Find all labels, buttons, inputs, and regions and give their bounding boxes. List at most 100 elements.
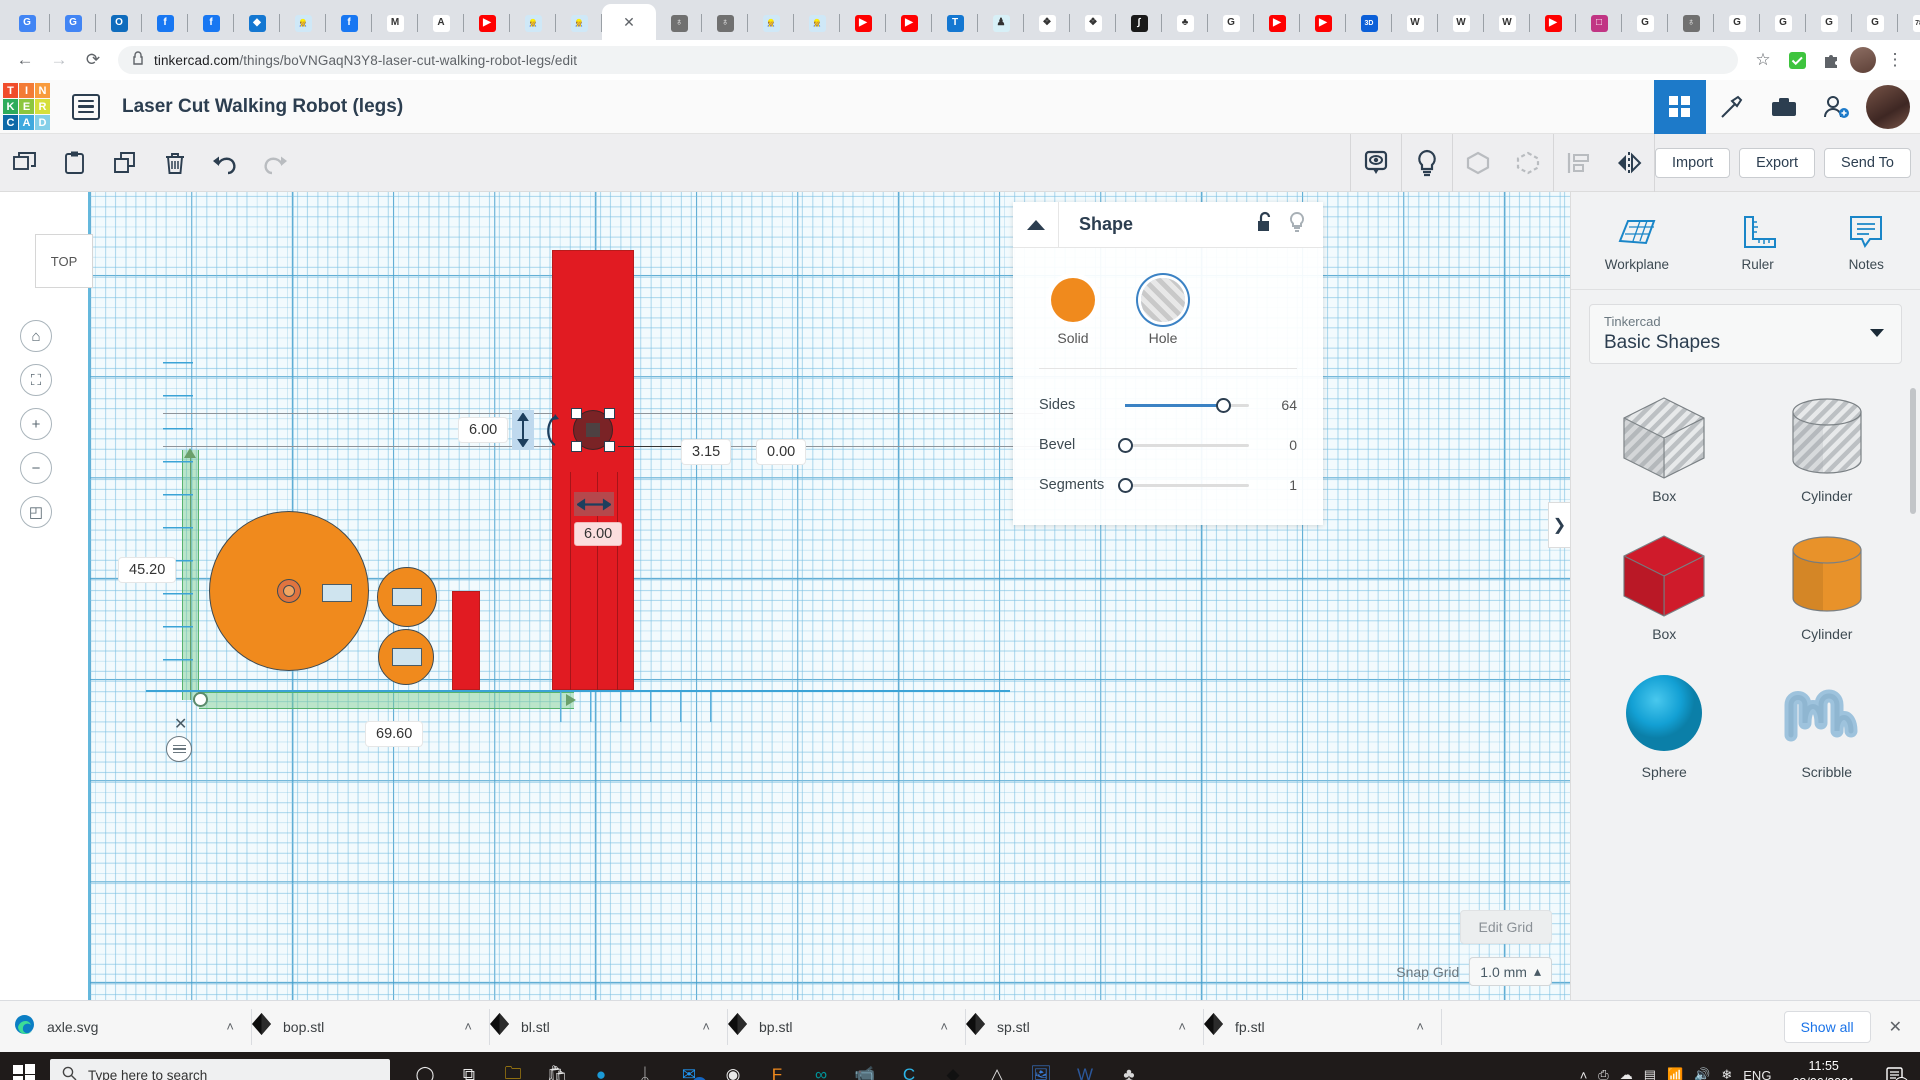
task-view-icon[interactable]: ⧉ [448, 1052, 490, 1080]
browser-tab[interactable]: M [372, 6, 418, 40]
sidebar-tool-notes[interactable]: Notes [1846, 209, 1886, 272]
download-menu-caret-icon[interactable]: ˄ [1178, 1019, 1186, 1034]
tray-device-icon[interactable]: ⎙ [1598, 1067, 1608, 1080]
blocks-view-icon[interactable] [1654, 80, 1706, 134]
shape-library-item[interactable]: Box [1585, 516, 1744, 648]
shape-library-item[interactable]: Cylinder [1748, 378, 1907, 510]
download-item[interactable]: sp.stl˄ [966, 1001, 1204, 1053]
browser-tab[interactable]: 3D [1346, 6, 1392, 40]
property-value-sides[interactable]: 64 [1263, 397, 1297, 413]
browser-tab[interactable]: G [1806, 6, 1852, 40]
browser-tab[interactable]: ▶ [1530, 6, 1576, 40]
download-item[interactable]: bp.stl˄ [728, 1001, 966, 1053]
browser-tab[interactable]: W [1484, 6, 1530, 40]
show-all-downloads-button[interactable]: Show all [1784, 1011, 1871, 1043]
browser-tab[interactable]: 788 [1898, 6, 1920, 40]
browser-tab[interactable]: ▶ [464, 6, 510, 40]
browser-tab[interactable]: ♁ [702, 6, 748, 40]
browser-tab[interactable]: ◆ [234, 6, 280, 40]
taskbar-search-box[interactable]: Type here to search [50, 1059, 390, 1080]
property-slider-segments[interactable] [1125, 484, 1249, 487]
file-explorer-icon[interactable]: 🗀 [492, 1052, 534, 1080]
property-value-segments[interactable]: 1 [1263, 477, 1297, 493]
browser-tab[interactable]: G [4, 6, 50, 40]
browser-tab[interactable]: ▶ [886, 6, 932, 40]
browser-tab[interactable]: W [1438, 6, 1484, 40]
tinkercad-desktop-icon[interactable]: ◆ [932, 1052, 974, 1080]
language-indicator[interactable]: ENG [1743, 1068, 1771, 1080]
group-icon[interactable] [1453, 134, 1503, 191]
browser-tab[interactable]: G [1622, 6, 1668, 40]
address-bar[interactable]: tinkercad.com/things/boVNGaqN3Y8-laser-c… [118, 46, 1738, 74]
property-value-bevel[interactable]: 0 [1263, 437, 1297, 453]
sidebar-tool-ruler[interactable]: Ruler [1737, 209, 1779, 272]
design-canvas[interactable]: TOP ⌂⛶+−◰ ✕ [0, 192, 1570, 1000]
handle-top-right[interactable] [604, 408, 615, 419]
browser-tab[interactable]: 👷 [280, 6, 326, 40]
browser-tab[interactable]: G [50, 6, 96, 40]
chrome-icon[interactable]: ◉ [712, 1052, 754, 1080]
selection-handles[interactable] [0, 192, 1570, 1000]
download-item[interactable]: bop.stl˄ [252, 1001, 490, 1053]
download-menu-caret-icon[interactable]: ˄ [940, 1019, 948, 1034]
browser-tab[interactable]: G [1852, 6, 1898, 40]
browser-tab[interactable]: G [1208, 6, 1254, 40]
browser-tab[interactable]: f [142, 6, 188, 40]
browser-tab[interactable]: 👷 [794, 6, 840, 40]
taskbar-clock[interactable]: 11:55 08/06/2021 [1782, 1058, 1865, 1080]
delete-icon[interactable] [150, 134, 200, 191]
close-downloads-bar-icon[interactable]: ✕ [1889, 1017, 1902, 1037]
slider-knob[interactable] [1118, 438, 1133, 453]
browser-tab[interactable]: ❖ [1070, 6, 1116, 40]
browser-tab[interactable]: ♟ [978, 6, 1024, 40]
slider-knob[interactable] [1216, 398, 1231, 413]
steam-icon[interactable]: ● [580, 1052, 622, 1080]
shape-library-item[interactable]: Sphere [1585, 654, 1744, 786]
add-person-icon[interactable] [1810, 80, 1862, 134]
zoom-icon[interactable]: 📹 [844, 1052, 886, 1080]
download-menu-caret-icon[interactable]: ˄ [226, 1019, 234, 1034]
paste-icon[interactable] [50, 134, 100, 191]
reload-button[interactable]: ⟳ [78, 45, 108, 75]
send-to-button[interactable]: Send To [1824, 148, 1911, 178]
export-button[interactable]: Export [1739, 148, 1815, 178]
project-list-icon[interactable] [72, 94, 100, 120]
sidebar-tool-workplane[interactable]: Workplane [1605, 209, 1669, 272]
cura-icon[interactable]: C [888, 1052, 930, 1080]
chevron-down-icon[interactable] [1869, 325, 1885, 343]
handle-bottom-left[interactable] [571, 441, 582, 452]
slider-knob[interactable] [1118, 478, 1133, 493]
wifi-icon[interactable]: 📶 [1667, 1067, 1683, 1080]
mirror-icon[interactable] [1604, 134, 1654, 191]
property-slider-bevel[interactable] [1125, 444, 1249, 447]
tray-app-icon[interactable]: ▤ [1644, 1067, 1656, 1080]
photos-icon[interactable]: 🖼 [1020, 1052, 1062, 1080]
prusa-icon[interactable]: △ [976, 1052, 1018, 1080]
sidebar-collapse-toggle[interactable]: ❯ [1548, 502, 1570, 548]
predator-icon[interactable]: ᛦ [624, 1052, 666, 1080]
shape-library-scroll-area[interactable]: Box Cylinder Box Cylinder Sphere Scribbl… [1571, 378, 1920, 1000]
tinkercad-logo[interactable]: TINKERCAD [3, 83, 50, 130]
import-button[interactable]: Import [1655, 148, 1730, 178]
browser-tab[interactable]: 👷 [556, 6, 602, 40]
browser-tab[interactable]: f [326, 6, 372, 40]
snap-grid-select[interactable]: 1.0 mm ▴ [1469, 957, 1552, 986]
ungroup-icon[interactable] [1503, 134, 1553, 191]
shape-library-select[interactable]: Tinkercad Basic Shapes [1589, 304, 1902, 364]
hide-show-icon[interactable] [1351, 134, 1401, 191]
unlock-icon[interactable] [1255, 211, 1275, 238]
browser-menu-icon[interactable]: ⋮ [1880, 45, 1910, 75]
browser-tab[interactable]: ❖ [1024, 6, 1070, 40]
active-browser-tab[interactable]: ✕ [602, 4, 656, 40]
tools-icon[interactable] [1706, 80, 1758, 134]
browser-tab[interactable]: ♁ [656, 6, 702, 40]
bookmark-star-icon[interactable]: ☆ [1748, 45, 1778, 75]
cortana-icon[interactable]: ◯ [404, 1052, 446, 1080]
collapse-caret-icon[interactable] [1013, 202, 1059, 248]
shape-library-item[interactable]: Scribble [1748, 654, 1907, 786]
handle-bottom-right[interactable] [604, 441, 615, 452]
browser-tab[interactable]: □ [1576, 6, 1622, 40]
edit-grid-button[interactable]: Edit Grid [1460, 910, 1552, 944]
user-avatar[interactable] [1866, 85, 1910, 129]
duplicate-icon[interactable] [100, 134, 150, 191]
